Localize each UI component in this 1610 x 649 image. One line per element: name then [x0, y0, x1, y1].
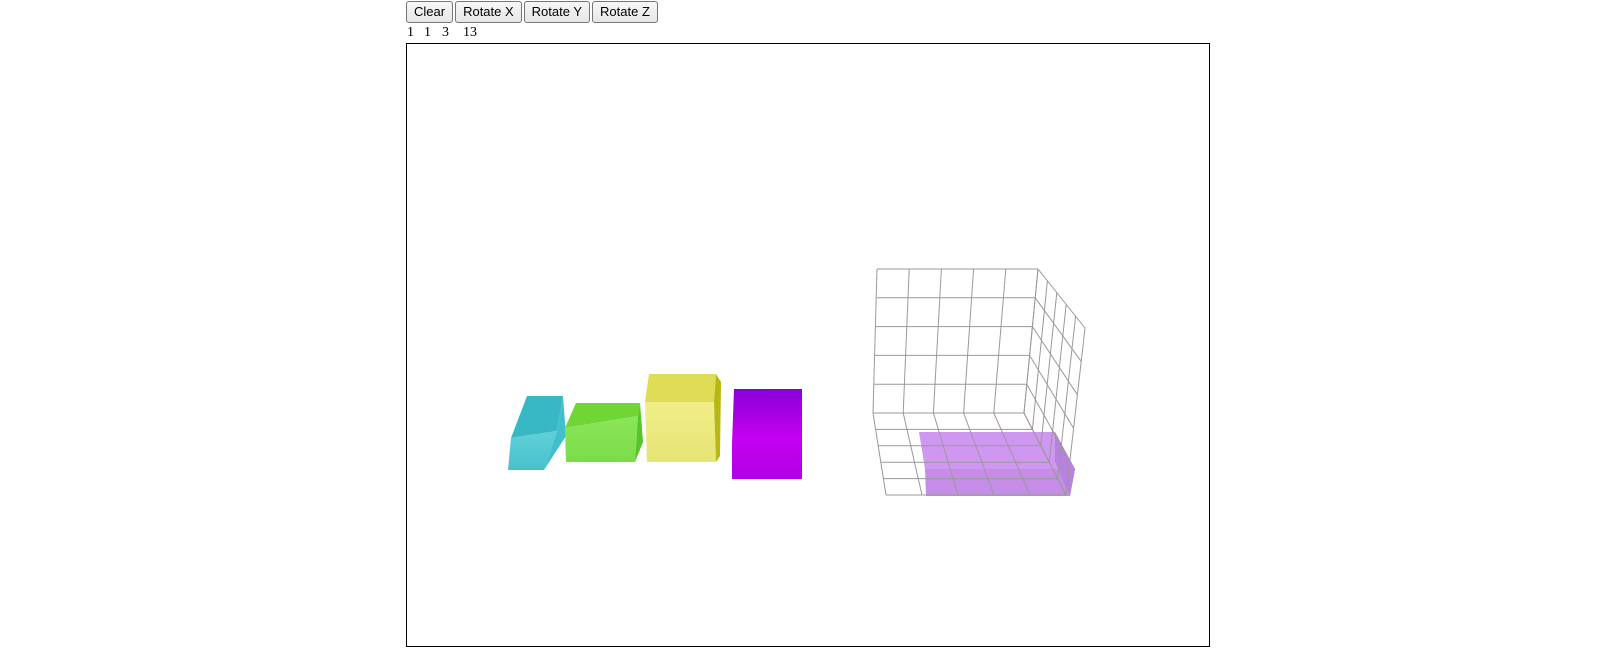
back-wall-vertical-line — [872, 268, 878, 414]
counter-3: 3 — [442, 25, 449, 40]
rotate-y-button[interactable]: Rotate Y — [523, 1, 591, 23]
yellow-piece-top — [645, 374, 716, 402]
right-wall-horizontal-line — [1037, 268, 1086, 329]
yellow-piece[interactable] — [645, 374, 721, 462]
rotate-z-button[interactable]: Rotate Z — [592, 1, 658, 23]
counter-4: 13 — [463, 25, 477, 40]
green-piece[interactable] — [565, 403, 643, 462]
scene-canvas[interactable] — [406, 43, 1210, 647]
counter-1: 1 — [407, 25, 414, 40]
placed-block-front — [925, 469, 1075, 496]
floor-depth-line — [872, 412, 887, 496]
back-wall-vertical-line — [902, 268, 910, 414]
puzzle-app: Clear Rotate X Rotate Y Rotate Z 1 1 3 1… — [406, 1, 1210, 647]
yellow-piece-front — [645, 402, 716, 462]
counter-2: 1 — [424, 25, 431, 40]
toolbar: Clear Rotate X Rotate Y Rotate Z — [406, 1, 658, 23]
rotate-x-button[interactable]: Rotate X — [455, 1, 522, 23]
back-wall-vertical-line — [932, 268, 942, 414]
purple-piece-body — [732, 389, 802, 479]
cyan-piece[interactable] — [508, 396, 566, 470]
scene-svg — [508, 268, 1086, 496]
back-wall-vertical-line — [963, 268, 975, 414]
purple-piece[interactable] — [732, 389, 802, 479]
floor-depth-line — [902, 412, 923, 496]
back-wall-vertical-line — [993, 268, 1007, 414]
clear-button[interactable]: Clear — [406, 1, 454, 23]
